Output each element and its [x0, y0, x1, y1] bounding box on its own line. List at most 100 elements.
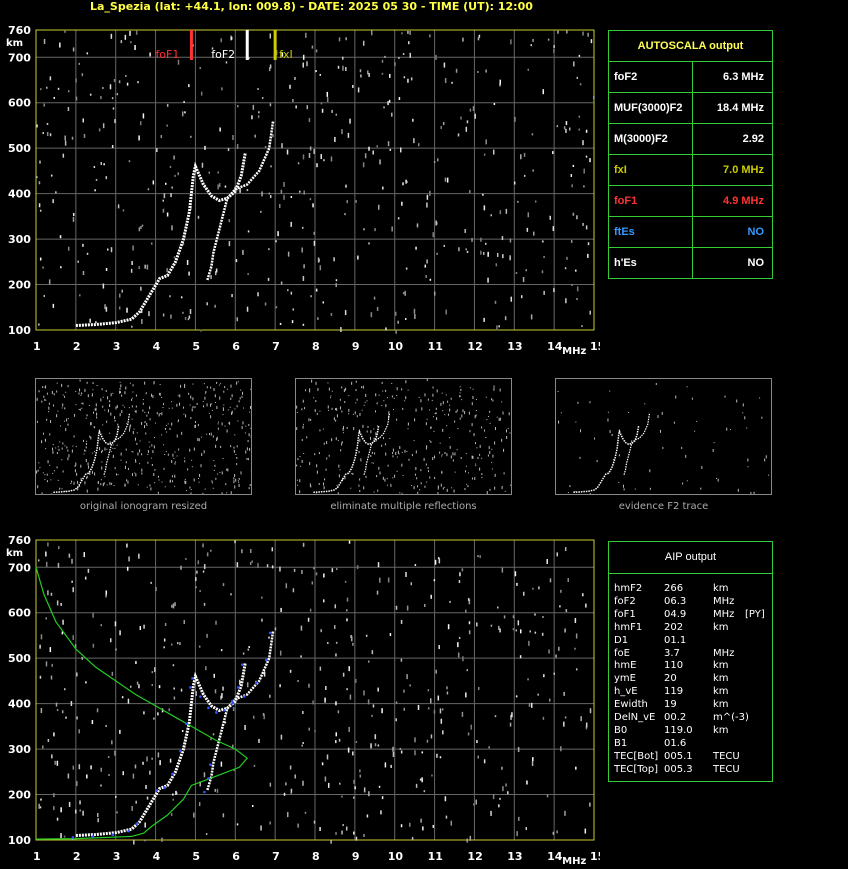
noise-dot — [491, 468, 493, 470]
noise-dot — [186, 490, 188, 492]
noise-dot — [310, 418, 312, 421]
noise-dot — [190, 395, 192, 399]
noise-dot — [100, 96, 102, 100]
noise-dot — [338, 464, 340, 468]
noise-dot — [147, 188, 150, 191]
noise-dot — [290, 788, 293, 793]
noise-dot — [50, 174, 53, 177]
noise-dot — [336, 484, 338, 486]
noise-dot — [515, 629, 518, 632]
noise-dot — [499, 797, 501, 800]
aip-row: TEC[Bot] 005.1 TECU — [614, 751, 772, 764]
noise-dot — [75, 96, 78, 101]
noise-dot — [170, 643, 173, 646]
noise-dot — [363, 690, 365, 696]
noise-dot — [204, 145, 206, 150]
noise-dot — [127, 698, 130, 704]
autoscala-key: fxI — [609, 155, 693, 185]
noise-dot — [113, 485, 115, 487]
noise-dot — [219, 127, 221, 132]
noise-dot — [66, 418, 68, 422]
noise-dot — [214, 464, 216, 467]
noise-dot — [118, 306, 121, 310]
x-tick-label: 4 — [153, 340, 161, 353]
fit-point — [215, 711, 218, 714]
noise-dot — [198, 438, 200, 442]
noise-dot — [96, 412, 98, 416]
noise-dot — [429, 34, 431, 38]
noise-dot — [136, 681, 139, 685]
noise-dot — [323, 486, 325, 490]
noise-dot — [197, 478, 199, 480]
noise-dot — [403, 707, 406, 711]
noise-dot — [357, 255, 359, 260]
noise-dot — [152, 450, 154, 454]
noise-dot — [579, 456, 581, 459]
noise-dot — [503, 615, 506, 619]
noise-dot — [192, 406, 194, 409]
autoscala-value: NO — [747, 226, 765, 238]
noise-dot — [84, 449, 86, 452]
noise-dot — [88, 404, 90, 406]
noise-dot — [221, 87, 223, 91]
noise-dot — [457, 428, 459, 430]
noise-dot — [429, 440, 431, 442]
noise-dot — [528, 702, 531, 707]
noise-dot — [46, 418, 48, 421]
noise-dot — [364, 153, 367, 159]
noise-dot — [162, 208, 165, 213]
noise-dot — [661, 411, 663, 415]
noise-dot — [97, 818, 99, 823]
noise-dot — [125, 386, 127, 390]
noise-dot — [79, 294, 81, 297]
noise-dot — [53, 806, 55, 811]
y-unit-label: km — [6, 548, 23, 559]
noise-dot — [440, 718, 443, 724]
noise-dot — [156, 148, 158, 153]
noise-dot — [460, 116, 462, 120]
noise-dot — [119, 413, 121, 417]
noise-dot — [138, 227, 141, 232]
noise-dot — [342, 824, 344, 827]
fit-point — [240, 663, 244, 667]
noise-dot — [460, 457, 462, 460]
noise-dot — [409, 684, 411, 687]
noise-dot — [87, 462, 89, 466]
noise-dot — [93, 411, 95, 414]
noise-dot — [99, 447, 101, 451]
noise-dot — [303, 190, 305, 195]
noise-dot — [433, 416, 435, 418]
noise-dot — [169, 165, 172, 168]
noise-dot — [216, 788, 219, 793]
noise-dot — [89, 318, 91, 323]
noise-dot — [576, 76, 579, 79]
noise-dot — [315, 400, 317, 403]
x-tick-label: 11 — [428, 340, 443, 353]
noise-dot — [263, 671, 266, 677]
noise-dot — [444, 78, 447, 84]
noise-dot — [236, 445, 238, 448]
noise-dot — [215, 268, 218, 273]
x-tick-label: 12 — [467, 850, 482, 863]
noise-dot — [140, 225, 142, 229]
noise-dot — [250, 427, 251, 429]
noise-dot — [401, 463, 403, 467]
noise-dot — [607, 418, 609, 422]
noise-dot — [71, 558, 73, 564]
noise-dot — [48, 402, 50, 405]
noise-dot — [475, 398, 477, 400]
noise-dot — [46, 480, 48, 483]
noise-dot — [523, 174, 526, 177]
noise-dot — [54, 470, 56, 472]
noise-dot — [138, 266, 140, 270]
noise-dot — [469, 835, 472, 841]
noise-dot — [219, 471, 221, 473]
aip-cell: km — [713, 724, 729, 736]
x-tick-label: 1 — [33, 850, 41, 863]
noise-dot — [411, 485, 413, 487]
noise-dot — [173, 696, 176, 700]
noise-dot — [151, 393, 153, 397]
noise-dot — [498, 625, 500, 630]
noise-dot — [110, 412, 112, 416]
noise-dot — [36, 124, 38, 128]
